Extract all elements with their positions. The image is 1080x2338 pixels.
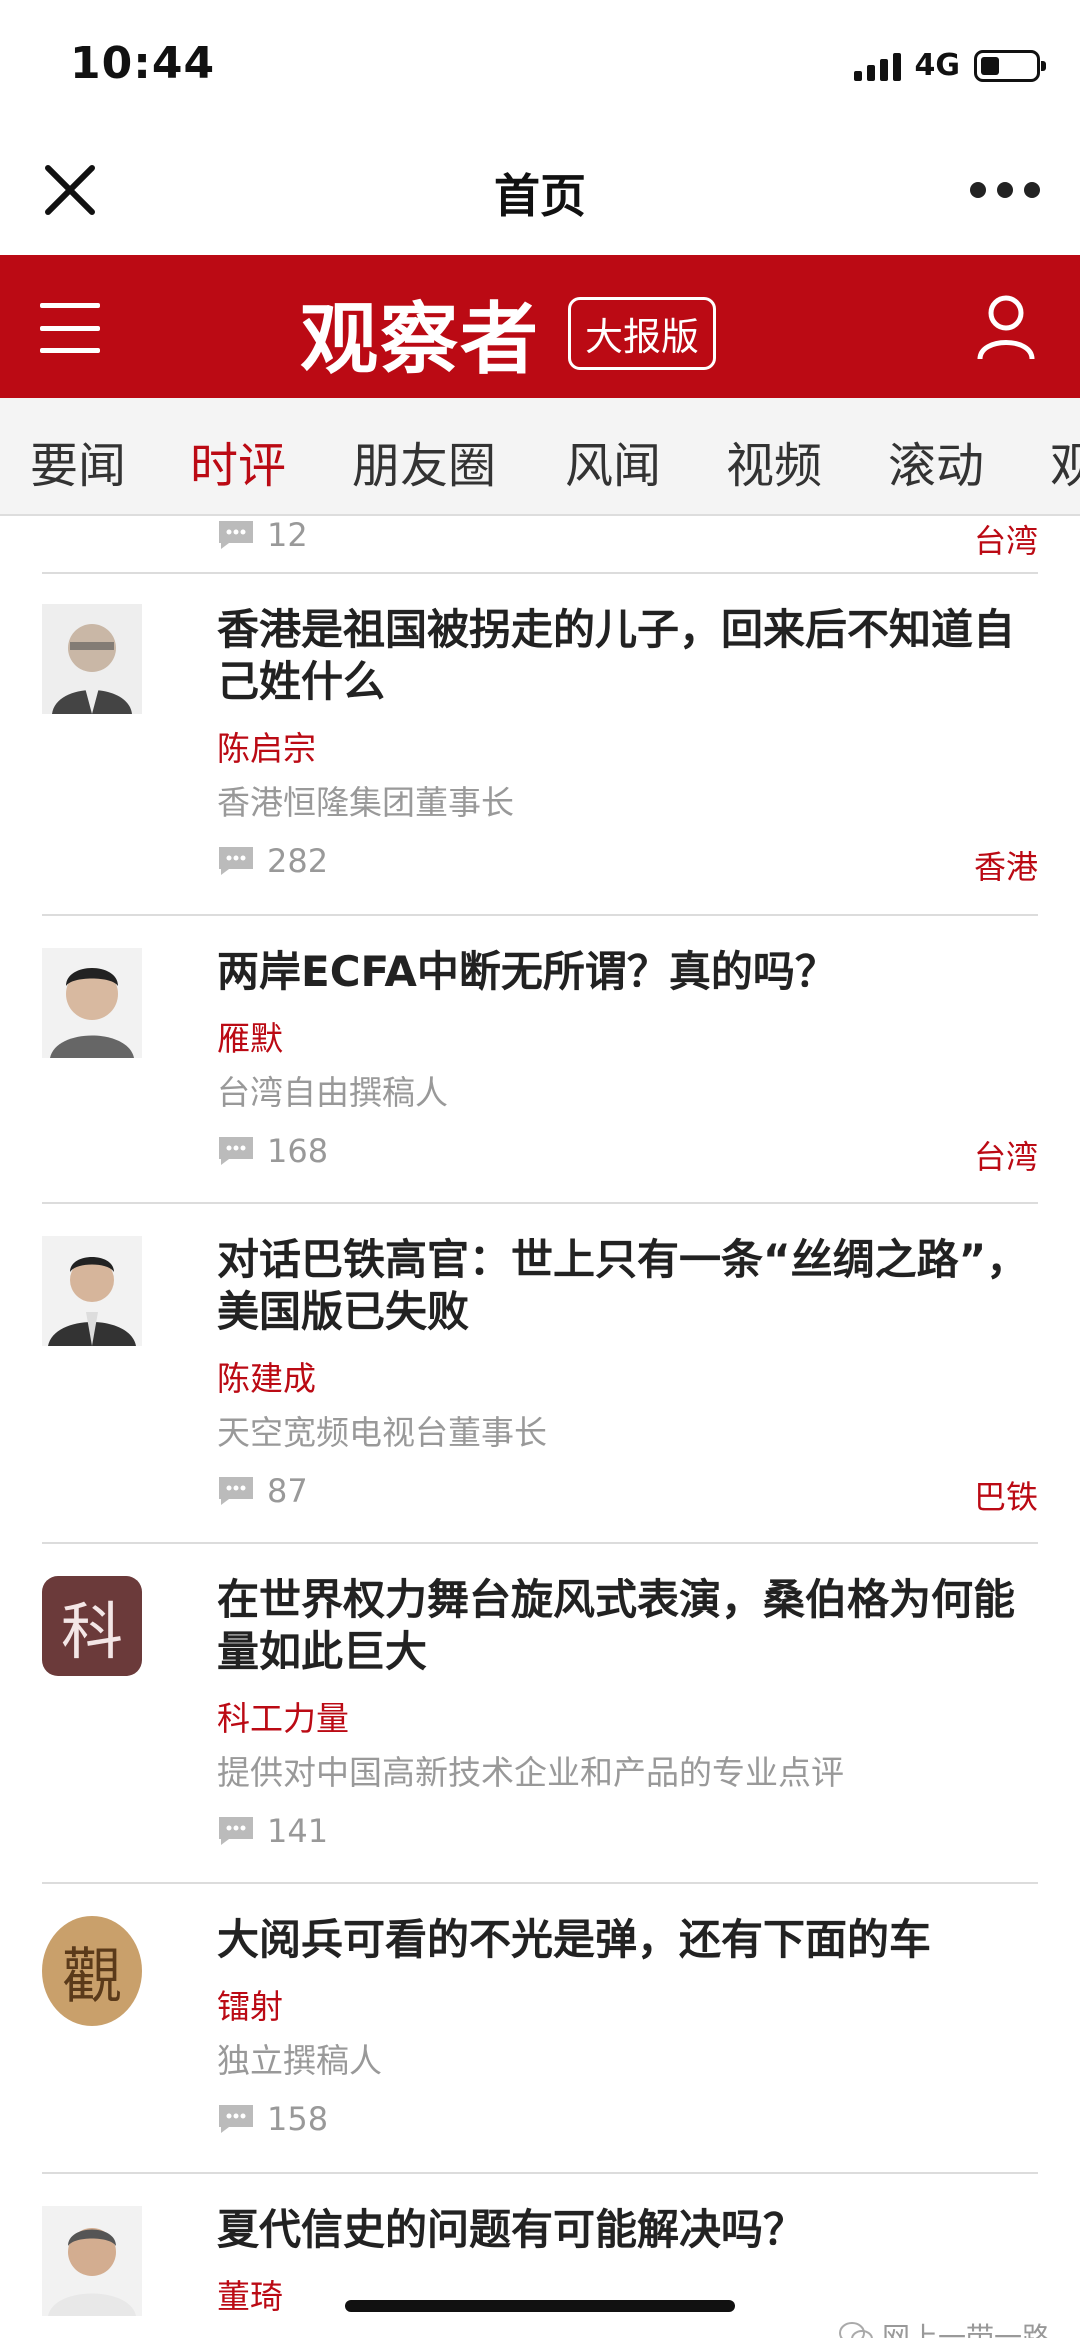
site-header: 观察者 大报版	[0, 255, 1080, 398]
battery-fill	[981, 56, 1000, 75]
top-bar: 首页	[0, 130, 1080, 255]
list-item[interactable]: 觀 大阅兵可看的不光是弹，还有下面的车 镭射 独立撰稿人 158	[42, 1884, 1038, 2174]
article-author[interactable]: 陈建成	[217, 1352, 316, 1400]
author-description: 独立撰稿人	[217, 2041, 382, 2080]
tab-fengwen[interactable]: 风闻	[565, 426, 661, 496]
tab-shiping[interactable]: 时评	[190, 426, 286, 496]
author-avatar	[42, 604, 142, 714]
article-author[interactable]: 陈启宗	[217, 722, 316, 770]
comment-count: 12	[217, 516, 308, 554]
tab-guan[interactable]: 观	[1050, 426, 1080, 496]
author-avatar: 科	[42, 1576, 142, 1676]
article-author[interactable]: 董琦	[217, 2270, 283, 2318]
battery-icon	[974, 49, 1046, 82]
status-bar: 10:44 4G	[0, 0, 1080, 130]
article-tag[interactable]: 台湾	[974, 1132, 1038, 1178]
list-item[interactable]: 夏代信史的问题有可能解决吗？ 董琦	[42, 2174, 1038, 2338]
home-indicator[interactable]	[345, 2300, 735, 2312]
article-headline[interactable]: 两岸ECFA中断无所谓？真的吗？	[217, 946, 1037, 998]
comment-count-value: 141	[267, 1812, 329, 1850]
tab-pengyouquan[interactable]: 朋友圈	[352, 426, 496, 496]
list-item[interactable]: 12 台湾	[42, 516, 1038, 574]
logo-text: 观察者	[300, 294, 541, 385]
article-author[interactable]: 镭射	[217, 1980, 283, 2028]
signal-icon	[853, 51, 901, 81]
tab-yaowen[interactable]: 要闻	[30, 426, 126, 496]
author-description: 香港恒隆集团董事长	[217, 783, 514, 822]
more-icon[interactable]	[970, 178, 1040, 202]
author-avatar	[42, 1236, 142, 1346]
wechat-icon	[838, 2322, 873, 2338]
watermark-text: 网上一带一路	[881, 2321, 1050, 2338]
author-description: 天空宽频电视台董事长	[217, 1413, 547, 1452]
page-title: 首页	[494, 169, 586, 223]
tab-gundong[interactable]: 滚动	[888, 426, 984, 496]
comment-count: 282	[217, 842, 328, 880]
logo[interactable]: 观察者 大报版	[300, 277, 717, 389]
comment-count-value: 168	[267, 1132, 329, 1170]
comment-count-value: 12	[267, 516, 308, 554]
article-tag[interactable]: 香港	[974, 842, 1038, 888]
category-tabs: 要闻 时评 朋友圈 风闻 视频 滚动 观	[0, 398, 1080, 516]
article-headline[interactable]: 香港是祖国被拐走的儿子，回来后不知道自己姓什么	[217, 604, 1037, 708]
comment-count: 87	[217, 1472, 308, 1510]
article-tag[interactable]: 巴铁	[974, 1472, 1038, 1518]
comment-icon	[219, 1477, 253, 1505]
article-tag[interactable]: 台湾	[974, 516, 1038, 562]
menu-icon[interactable]	[40, 303, 100, 353]
list-item[interactable]: 两岸ECFA中断无所谓？真的吗？ 雁默 台湾自由撰稿人 168 台湾	[42, 916, 1038, 1204]
comment-count-value: 282	[267, 842, 329, 880]
article-list: 12 台湾 香港是祖国被拐走的儿子，回来后不知道自己姓什么 陈启宗 香港恒隆集团…	[0, 516, 1080, 2338]
article-author[interactable]: 雁默	[217, 1012, 283, 1060]
list-item[interactable]: 科 在世界权力舞台旋风式表演，桑伯格为何能量如此巨大 科工力量 提供对中国高新技…	[42, 1544, 1038, 1884]
network-type: 4G	[914, 48, 961, 83]
watermark: 网上一带一路	[838, 2316, 1050, 2338]
author-avatar	[42, 948, 142, 1058]
article-author[interactable]: 科工力量	[217, 1692, 349, 1740]
article-headline[interactable]: 对话巴铁高官：世上只有一条“丝绸之路”，美国版已失败	[217, 1234, 1037, 1338]
comment-icon	[219, 1137, 253, 1165]
author-description: 台湾自由撰稿人	[217, 1073, 448, 1112]
author-avatar	[42, 2206, 142, 2316]
list-item[interactable]: 香港是祖国被拐走的儿子，回来后不知道自己姓什么 陈启宗 香港恒隆集团董事长 28…	[42, 574, 1038, 916]
status-time: 10:44	[70, 38, 216, 89]
comment-count-value: 158	[267, 2100, 329, 2138]
status-indicators: 4G	[853, 48, 1046, 83]
comment-icon	[219, 2105, 253, 2133]
tab-shipin[interactable]: 视频	[726, 426, 822, 496]
comment-icon	[219, 847, 253, 875]
comment-count: 141	[217, 1812, 328, 1850]
article-headline[interactable]: 大阅兵可看的不光是弹，还有下面的车	[217, 1914, 1037, 1966]
edition-badge[interactable]: 大报版	[568, 296, 717, 370]
list-item[interactable]: 对话巴铁高官：世上只有一条“丝绸之路”，美国版已失败 陈建成 天空宽频电视台董事…	[42, 1204, 1038, 1544]
author-avatar: 觀	[42, 1916, 142, 2026]
comment-count: 158	[217, 2100, 328, 2138]
comment-icon	[219, 1817, 253, 1845]
article-headline[interactable]: 在世界权力舞台旋风式表演，桑伯格为何能量如此巨大	[217, 1574, 1037, 1678]
article-headline[interactable]: 夏代信史的问题有可能解决吗？	[217, 2204, 1037, 2256]
author-description: 提供对中国高新技术企业和产品的专业点评	[217, 1753, 844, 1792]
comment-count: 168	[217, 1132, 328, 1170]
comment-count-value: 87	[267, 1472, 308, 1510]
comment-icon	[219, 521, 253, 549]
user-icon[interactable]	[974, 293, 1038, 361]
